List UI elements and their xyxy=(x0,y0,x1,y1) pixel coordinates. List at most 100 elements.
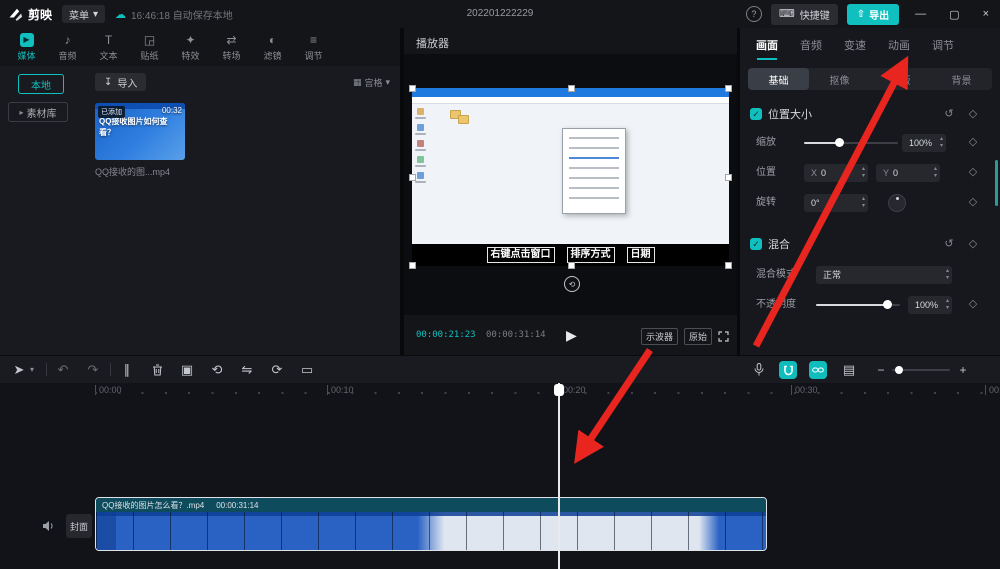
keyframe-icon[interactable]: ◇ xyxy=(966,164,980,180)
filter-icon: ◐ xyxy=(268,32,277,47)
delete-button[interactable] xyxy=(148,356,166,383)
scale-slider[interactable] xyxy=(804,134,898,152)
view-mode-toggle[interactable]: ▦ 宫格 ▾ xyxy=(353,76,390,89)
tab-audio-props[interactable]: 音频 xyxy=(800,37,822,53)
scope-button[interactable]: 示波器 xyxy=(640,328,678,345)
keyframe-icon[interactable]: ◇ xyxy=(966,106,980,122)
crop-button[interactable]: ▭ xyxy=(298,356,316,383)
selection-handle[interactable] xyxy=(409,85,416,92)
scale-value-stepper[interactable]: 100% ▴ ▾ xyxy=(902,134,946,152)
tab-adjust[interactable]: ≡ 调节 xyxy=(293,28,334,66)
link-toggle-button[interactable] xyxy=(809,361,827,379)
mirror-button[interactable]: ⇋ xyxy=(238,356,256,383)
subtab-cutout[interactable]: 抠像 xyxy=(809,68,870,90)
selection-handle[interactable] xyxy=(409,262,416,269)
tab-picture[interactable]: 画面 xyxy=(756,37,778,60)
stepper-down-icon[interactable]: ▾ xyxy=(940,143,943,150)
select-tool-button[interactable]: ➤ xyxy=(10,356,28,383)
blend-mode-select[interactable]: 正常 ▴ ▾ xyxy=(816,266,952,284)
redo-button[interactable]: ↷ xyxy=(84,356,102,383)
rotate-handle[interactable]: ⟲ xyxy=(564,276,580,292)
subtab-basic[interactable]: 基础 xyxy=(748,68,809,90)
tab-media[interactable]: ▶ 媒体 xyxy=(6,28,47,66)
reverse-button[interactable]: ⟲ xyxy=(208,356,226,383)
video-desktop-icon-label xyxy=(415,133,426,135)
zoom-slider-knob[interactable] xyxy=(894,366,903,374)
opacity-value-stepper[interactable]: 100% ▴ ▾ xyxy=(908,296,952,314)
selection-handle[interactable] xyxy=(725,262,732,269)
keyframe-icon[interactable]: ◇ xyxy=(966,236,980,252)
export-button[interactable]: ⇧ 导出 xyxy=(846,3,900,25)
tab-effects[interactable]: ✦ 特效 xyxy=(170,28,211,66)
menu-button[interactable]: 菜单 ▾ xyxy=(62,5,106,23)
help-button[interactable]: ? xyxy=(745,6,762,22)
record-voiceover-button[interactable] xyxy=(750,356,768,383)
ratio-original-button[interactable]: 原始 xyxy=(683,328,712,345)
position-y-stepper[interactable]: Y0 ▴ ▾ xyxy=(876,164,940,182)
opacity-slider-knob[interactable] xyxy=(883,300,893,309)
tab-audio[interactable]: ♪ 音频 xyxy=(47,28,88,66)
titlebar: 剪映 菜单 ▾ ☁ 16:46:18 自动保存本地 202201222229 ?… xyxy=(0,0,1000,28)
mute-track-icon[interactable] xyxy=(42,519,55,537)
selection-handle[interactable] xyxy=(725,174,732,181)
opacity-slider[interactable] xyxy=(816,296,900,314)
rotation-dial[interactable] xyxy=(888,194,906,212)
tab-text[interactable]: T 文本 xyxy=(88,28,129,66)
playhead-line[interactable] xyxy=(558,383,560,569)
shortcuts-button[interactable]: ⌨ 快捷键 xyxy=(770,3,838,25)
stepper-up-icon[interactable]: ▴ xyxy=(940,136,943,143)
subtab-background[interactable]: 背景 xyxy=(931,68,992,90)
position-label: 位置 xyxy=(756,167,776,178)
checkbox-blend[interactable]: ✓ xyxy=(750,238,762,250)
selection-handle[interactable] xyxy=(568,262,575,269)
tab-sticker[interactable]: ◲ 贴纸 xyxy=(129,28,170,66)
minimize-button[interactable]: — xyxy=(908,8,933,20)
reset-icon[interactable]: ↺ xyxy=(942,106,956,122)
media-item-thumbnail[interactable]: QQ接收图片如何查看？ 已添加 00:32 xyxy=(95,103,185,160)
select-tool-caret[interactable]: ▾ xyxy=(30,356,34,383)
fullscreen-icon[interactable] xyxy=(718,331,729,342)
zoom-out-button[interactable]: − xyxy=(872,356,890,383)
tab-speed[interactable]: 变速 xyxy=(844,37,866,53)
video-clip[interactable]: QQ接收的图片怎么看？.mp4 00:00:31:14 xyxy=(95,497,767,551)
preview-axis-button[interactable]: ▤ xyxy=(840,356,858,383)
zoom-in-button[interactable]: + xyxy=(954,356,972,383)
rotation-value-stepper[interactable]: 0° ▴ ▾ xyxy=(804,194,868,212)
play-button[interactable]: ▶ xyxy=(566,327,577,344)
ruler-ticks xyxy=(95,392,1000,394)
subtab-mask[interactable]: 蒙版 xyxy=(870,68,931,90)
keyframe-icon[interactable]: ◇ xyxy=(966,134,980,150)
tab-transition[interactable]: ⇄ 转场 xyxy=(211,28,252,66)
tab-adjust-props[interactable]: 调节 xyxy=(932,37,954,53)
close-button[interactable]: × xyxy=(976,8,996,20)
selection-handle[interactable] xyxy=(568,85,575,92)
asset-tabbar: ▶ 媒体 ♪ 音频 T 文本 ◲ 贴纸 ✦ 特效 ⇄ 转场 ◐ 滤镜 ≡ 调节 xyxy=(0,28,400,66)
undo-button[interactable]: ↶ xyxy=(54,356,72,383)
maximize-button[interactable]: ▢ xyxy=(942,8,966,21)
checkbox-position-size[interactable]: ✓ xyxy=(750,108,762,120)
source-local-button[interactable]: 本地 xyxy=(18,74,64,94)
cover-button[interactable]: 封面 xyxy=(66,514,92,538)
position-x-stepper[interactable]: X0 ▴ ▾ xyxy=(804,164,868,182)
reset-icon[interactable]: ↺ xyxy=(942,236,956,252)
video-preview[interactable]: 右键点击窗口 排序方式 日期 xyxy=(409,85,732,269)
rotate-button[interactable]: ⟳ xyxy=(268,356,286,383)
split-button[interactable]: ∥ xyxy=(118,356,136,383)
playhead-handle[interactable] xyxy=(554,384,564,396)
snap-toggle-button[interactable] xyxy=(779,361,797,379)
tab-filter[interactable]: ◐ 滤镜 xyxy=(252,28,293,66)
timeline-zoom-slider[interactable] xyxy=(892,361,950,379)
freeze-frame-button[interactable]: ▣ xyxy=(178,356,196,383)
scale-slider-knob[interactable] xyxy=(834,138,844,147)
tab-animation[interactable]: 动画 xyxy=(888,37,910,53)
source-library-button[interactable]: ▸ 素材库 xyxy=(8,102,68,122)
scrollbar[interactable] xyxy=(995,160,998,206)
keyframe-icon[interactable]: ◇ xyxy=(966,194,980,210)
timeline[interactable]: 00:00 00:10 00:20 00:30 00:40 封面 QQ接收的图片… xyxy=(0,383,1000,569)
video-desktop-icon xyxy=(417,156,424,163)
selection-handle[interactable] xyxy=(409,174,416,181)
selection-handle[interactable] xyxy=(725,85,732,92)
sticker-icon: ◲ xyxy=(143,32,156,47)
import-button[interactable]: ↧ 导入 xyxy=(95,73,147,91)
keyframe-icon[interactable]: ◇ xyxy=(966,296,980,312)
